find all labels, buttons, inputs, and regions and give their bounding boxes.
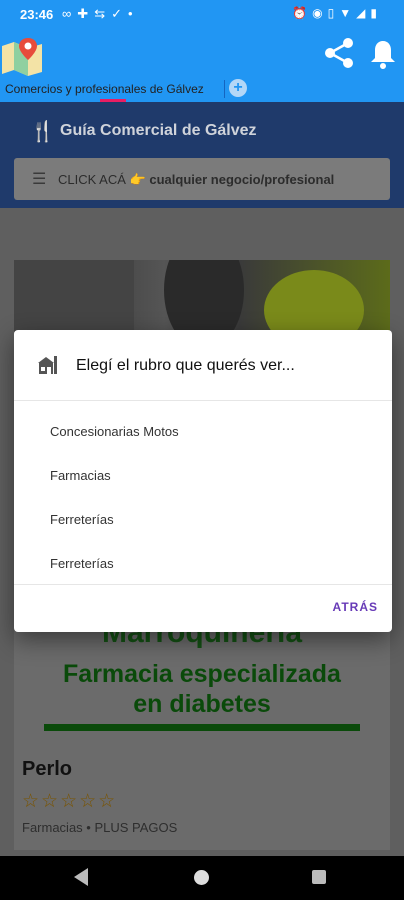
filter-icon: ☰ <box>32 171 47 188</box>
business-image <box>14 260 390 332</box>
status-bar: 23:46 ∞✚⇆✓• ⏰◉▯▼◢▮ <box>0 0 404 30</box>
search-prefix: CLICK ACÁ <box>58 172 126 187</box>
check-download-icon: ✓ <box>111 6 128 21</box>
business-promo-line1: Farmacia especializada <box>63 660 341 688</box>
business-name: Perlo <box>22 758 73 780</box>
dialog-divider-bottom <box>14 584 392 585</box>
vibrate-icon: ▯ <box>327 6 340 20</box>
tab-title[interactable]: Comercios y profesionales de Gálvez <box>5 82 204 96</box>
status-right-icons: ⏰◉▯▼◢▮ <box>292 6 382 20</box>
app-header: Comercios y profesionales de Gálvez + <box>0 30 404 102</box>
system-nav-bar <box>0 856 404 900</box>
rating-stars[interactable]: ☆☆☆☆☆ <box>22 790 117 813</box>
map-pin-icon[interactable] <box>0 34 44 76</box>
option-item[interactable]: Concesionarias Motos <box>14 410 392 454</box>
add-tab-button[interactable]: + <box>229 79 247 97</box>
voicemail-icon: ∞ <box>62 6 78 21</box>
dialog-divider-top <box>14 400 392 401</box>
share-icon[interactable] <box>322 36 356 70</box>
store-icon <box>38 356 57 374</box>
business-meta: Farmacias • PLUS PAGOS <box>22 820 178 835</box>
recents-icon[interactable] <box>312 870 326 884</box>
option-label: Ferreterías <box>50 556 114 571</box>
status-left-icons: ∞✚⇆✓• <box>62 6 139 22</box>
guide-banner: 🍴 Guía Comercial de Gálvez <box>0 102 404 158</box>
signal-4g-icon: ◢ <box>356 6 371 20</box>
pointing-hand-icon: 👉 <box>129 172 146 187</box>
wifi-icon: ▼ <box>339 6 357 20</box>
search-prompt: CLICK ACÁ 👉 cualquier negocio/profesiona… <box>58 172 334 188</box>
option-item[interactable]: Ferreterías <box>14 542 392 586</box>
fork-knife-icon: 🍴 <box>30 121 55 143</box>
search-bar[interactable]: ☰ CLICK ACÁ 👉 cualquier negocio/profesio… <box>14 158 390 200</box>
option-item[interactable]: Ferreterías <box>14 498 392 542</box>
tab-divider <box>224 80 225 98</box>
category-dialog: Elegí el rubro que querés ver... Concesi… <box>14 330 392 632</box>
alarm-icon: ⏰ <box>292 6 313 20</box>
dot-icon: • <box>128 6 139 21</box>
option-label: Ferreterías <box>50 512 114 527</box>
search-area: ☰ CLICK ACÁ 👉 cualquier negocio/profesio… <box>0 158 404 208</box>
dialog-title: Elegí el rubro que querés ver... <box>76 357 295 374</box>
promo-divider <box>44 724 360 731</box>
eye-icon: ◉ <box>312 6 328 20</box>
business-photo <box>14 260 364 332</box>
back-icon[interactable] <box>74 868 88 886</box>
guide-title: Guía Comercial de Gálvez <box>60 122 257 139</box>
home-icon[interactable] <box>194 870 209 885</box>
option-item[interactable]: Farmacias <box>14 454 392 498</box>
back-button[interactable]: ATRÁS <box>333 600 378 614</box>
battery-icon: ▮ <box>370 6 382 20</box>
option-label: Farmacias <box>50 468 111 483</box>
status-time: 23:46 <box>20 7 54 22</box>
business-promo-line2: en diabetes <box>133 690 271 718</box>
option-label: Concesionarias Motos <box>50 424 179 439</box>
search-bold-text: cualquier negocio/profesional <box>149 172 335 187</box>
bell-icon[interactable] <box>368 38 398 70</box>
puzzle-icon: ✚ <box>77 6 95 21</box>
transfer-icon: ⇆ <box>94 6 112 21</box>
